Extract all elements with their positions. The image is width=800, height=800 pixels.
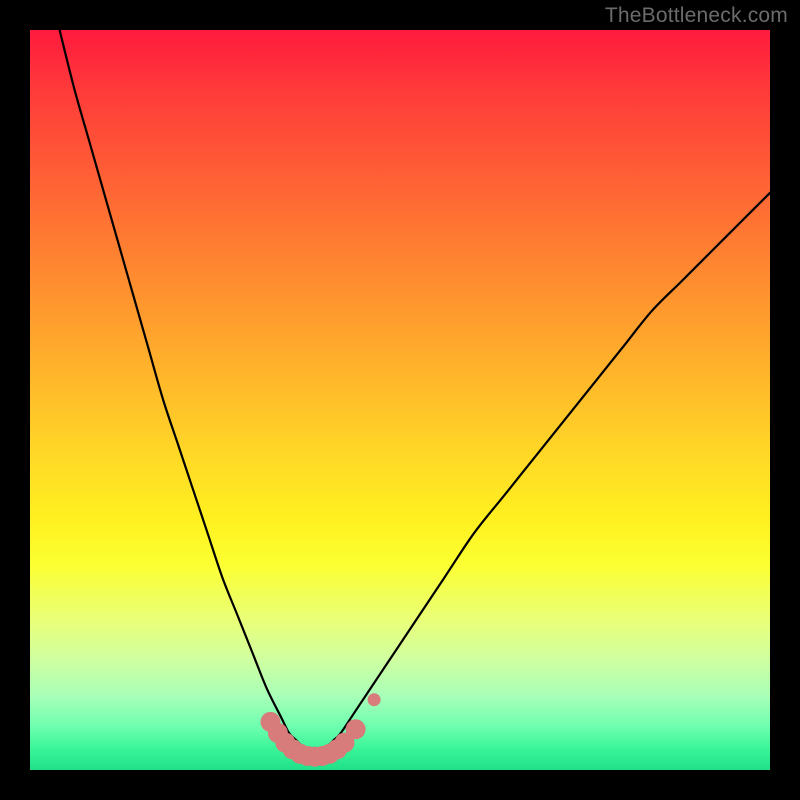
bottleneck-curve	[60, 30, 770, 756]
marker-dot	[346, 719, 366, 739]
curve-markers	[261, 693, 381, 766]
plot-area	[30, 30, 770, 770]
chart-frame: TheBottleneck.com	[0, 0, 800, 800]
chart-overlay	[30, 30, 770, 770]
marker-dot	[368, 693, 381, 706]
watermark-text: TheBottleneck.com	[605, 4, 788, 28]
